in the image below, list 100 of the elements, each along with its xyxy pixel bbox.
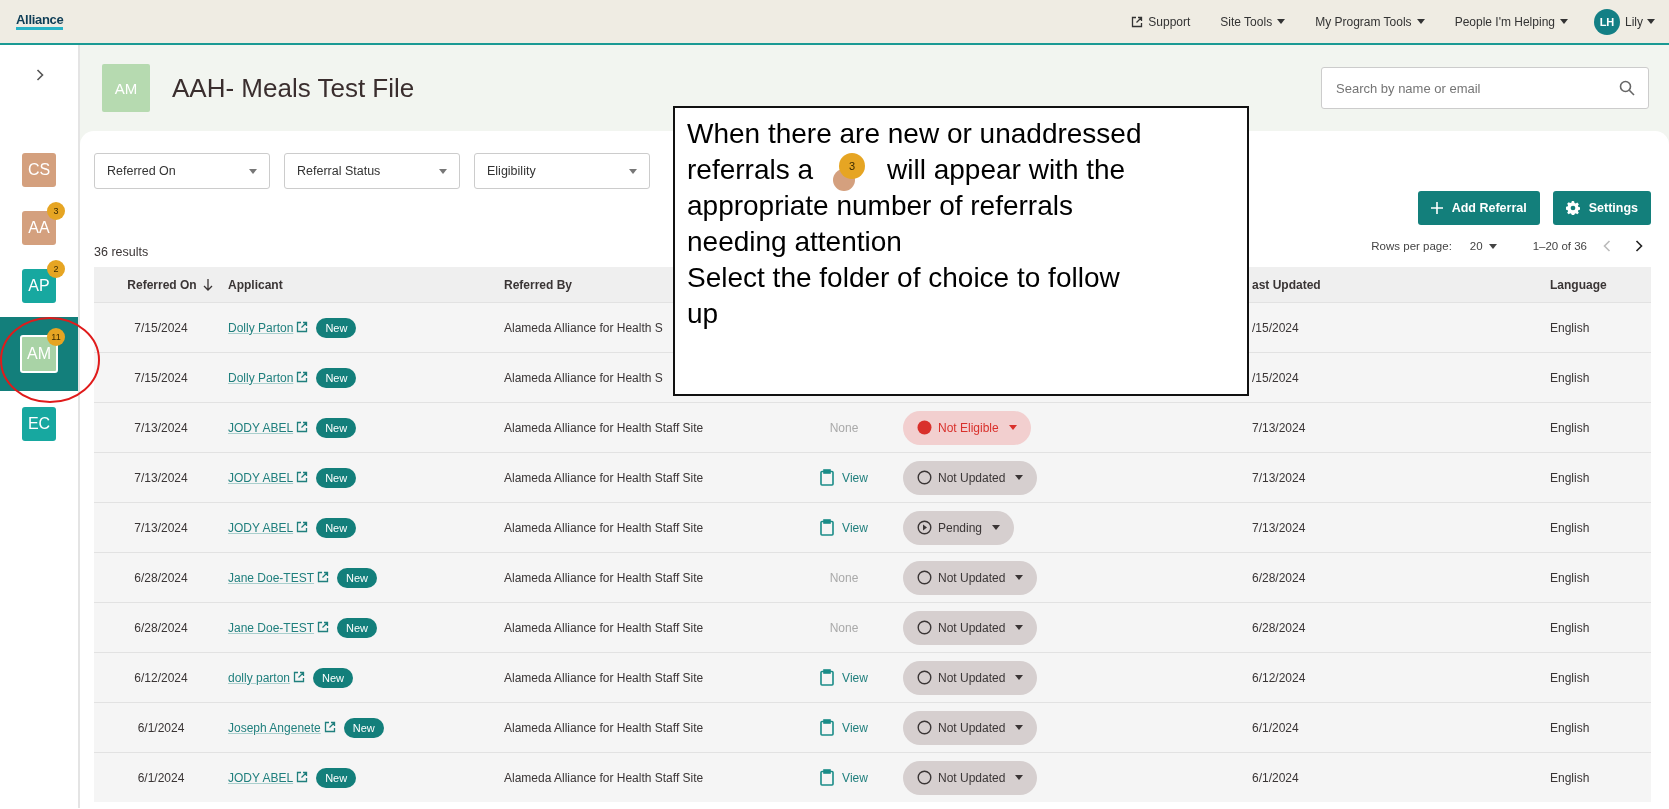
status-dropdown[interactable]: Not Updated (903, 710, 1038, 745)
applicant-link[interactable]: JODY ABEL (228, 420, 309, 435)
status-dropdown[interactable]: Not Updated (903, 460, 1038, 495)
plus-icon (1430, 202, 1443, 214)
caret-icon (249, 168, 257, 174)
caret-icon (1015, 775, 1024, 780)
nav-menu[interactable]: Site Tools (1220, 14, 1286, 29)
table-cell: Alameda Alliance for Health Staff Site (504, 520, 704, 535)
count-badge: 3 (47, 202, 65, 220)
circle-icon (917, 770, 932, 785)
column-header[interactable]: ast Updated (1252, 277, 1321, 292)
folder-initials: AA (28, 219, 50, 237)
view-link[interactable]: View (820, 719, 868, 736)
table-cell: English (1550, 320, 1590, 335)
table-cell: 6/28/2024 (134, 570, 188, 585)
external-link-icon (317, 570, 330, 583)
status-dropdown[interactable]: Not Updated (903, 760, 1038, 795)
callout-text: appropriate number of referrals (687, 189, 1073, 223)
count-badge: 11 (47, 328, 65, 346)
applicant-link[interactable]: Jane Doe-TEST (228, 570, 330, 585)
folder-item[interactable]: AM 11 (0, 317, 78, 391)
folder-avatar: AM (102, 64, 150, 112)
view-link[interactable]: View (820, 669, 868, 686)
rows-per-page-select[interactable]: 20 (1463, 239, 1503, 253)
status-dropdown[interactable]: Not Updated (903, 660, 1038, 695)
table-cell: Alameda Alliance for Health Staff Site (504, 770, 704, 785)
callout-text: up (687, 297, 719, 331)
add-referral-button[interactable]: Add Referral (1417, 191, 1540, 225)
table-cell: /15/2024 (1252, 320, 1299, 335)
search-icon (1619, 80, 1635, 96)
table-cell: 6/12/2024 (134, 670, 188, 685)
table-cell: 6/1/2024 (1252, 720, 1299, 735)
play-circle-icon (917, 520, 932, 535)
new-badge: New (343, 717, 384, 738)
callout-text: needing attention (687, 225, 902, 259)
table-cell: 6/12/2024 (1252, 670, 1306, 685)
table-cell: /15/2024 (1252, 370, 1299, 385)
search-field[interactable]: Search by name or email (1321, 67, 1649, 109)
folder-item[interactable]: AP 2 (0, 257, 78, 315)
nav-menu[interactable]: Support (1131, 14, 1191, 29)
rows-per-page-label: Rows per page: (1371, 240, 1452, 252)
table-cell: 6/28/2024 (1252, 620, 1306, 635)
table-cell: Alameda Alliance for Health S (504, 320, 663, 335)
caret-icon (439, 168, 447, 174)
clipboard-icon (820, 769, 835, 786)
callout-text: will appear with the (887, 153, 1126, 187)
new-badge: New (316, 417, 357, 438)
caret-icon (1560, 19, 1568, 24)
applicant-link[interactable]: JODY ABEL (228, 470, 309, 485)
user-menu[interactable]: Lily (1625, 14, 1655, 29)
user-avatar[interactable]: LH (1594, 8, 1620, 35)
table-cell: Alameda Alliance for Health Staff Site (504, 470, 704, 485)
filter-dropdown[interactable]: Referral Status (284, 153, 460, 189)
external-link-icon (296, 370, 309, 383)
applicant-link[interactable]: dolly parton (228, 670, 306, 685)
sort-arrow-icon (202, 278, 213, 291)
expand-icon[interactable] (36, 69, 44, 81)
status-dropdown[interactable]: Not Updated (903, 610, 1038, 645)
new-badge: New (337, 617, 378, 638)
external-link-icon (296, 320, 309, 333)
view-link[interactable]: View (820, 469, 868, 486)
logo[interactable]: Alliance (16, 13, 64, 30)
filter-dropdown[interactable]: Eligibility (474, 153, 650, 189)
table-cell: English (1550, 370, 1590, 385)
table-cell: Alameda Alliance for Health Staff Site (504, 670, 704, 685)
applicant-link[interactable]: JODY ABEL (228, 520, 309, 535)
view-link[interactable]: View (820, 519, 868, 536)
external-link-icon (296, 770, 309, 783)
settings-button[interactable]: Settings (1552, 191, 1651, 225)
table-cell: None (829, 420, 859, 435)
clipboard-icon (820, 519, 835, 536)
filter-dropdown[interactable]: Referred On (94, 153, 270, 189)
status-dropdown[interactable]: Pending (903, 510, 1015, 545)
table-cell: Alameda Alliance for Health Staff Site (504, 720, 704, 735)
applicant-link[interactable]: Dolly Parton (228, 370, 309, 385)
external-link-icon (293, 670, 306, 683)
applicant-link[interactable]: Joseph Angenete (228, 720, 336, 735)
table-cell: English (1550, 770, 1590, 785)
table-cell: 6/1/2024 (1252, 770, 1299, 785)
external-link-icon (317, 620, 330, 633)
table-cell: English (1550, 570, 1590, 585)
table-cell: English (1550, 420, 1590, 435)
nav-menu[interactable]: People I'm Helping (1454, 14, 1568, 29)
new-badge: New (337, 567, 378, 588)
view-link[interactable]: View (820, 769, 868, 786)
table-cell: 6/1/2024 (137, 720, 185, 735)
callout-text: referrals a (687, 153, 814, 187)
applicant-link[interactable]: Dolly Parton (228, 320, 309, 335)
circle-icon (917, 720, 932, 735)
table-cell: Alameda Alliance for Health S (504, 370, 663, 385)
count-badge: 2 (47, 260, 65, 278)
status-dropdown[interactable]: Not Updated (903, 560, 1038, 595)
applicant-link[interactable]: JODY ABEL (228, 770, 309, 785)
folder-item[interactable]: AA 3 (0, 199, 78, 257)
column-header[interactable]: Applicant (228, 277, 283, 292)
table-cell: 7/13/2024 (1252, 520, 1306, 535)
applicant-link[interactable]: Jane Doe-TEST (228, 620, 330, 635)
column-header[interactable]: Referred By (504, 277, 573, 292)
table-cell: English (1550, 720, 1590, 735)
nav-menu[interactable]: My Program Tools (1315, 14, 1425, 29)
